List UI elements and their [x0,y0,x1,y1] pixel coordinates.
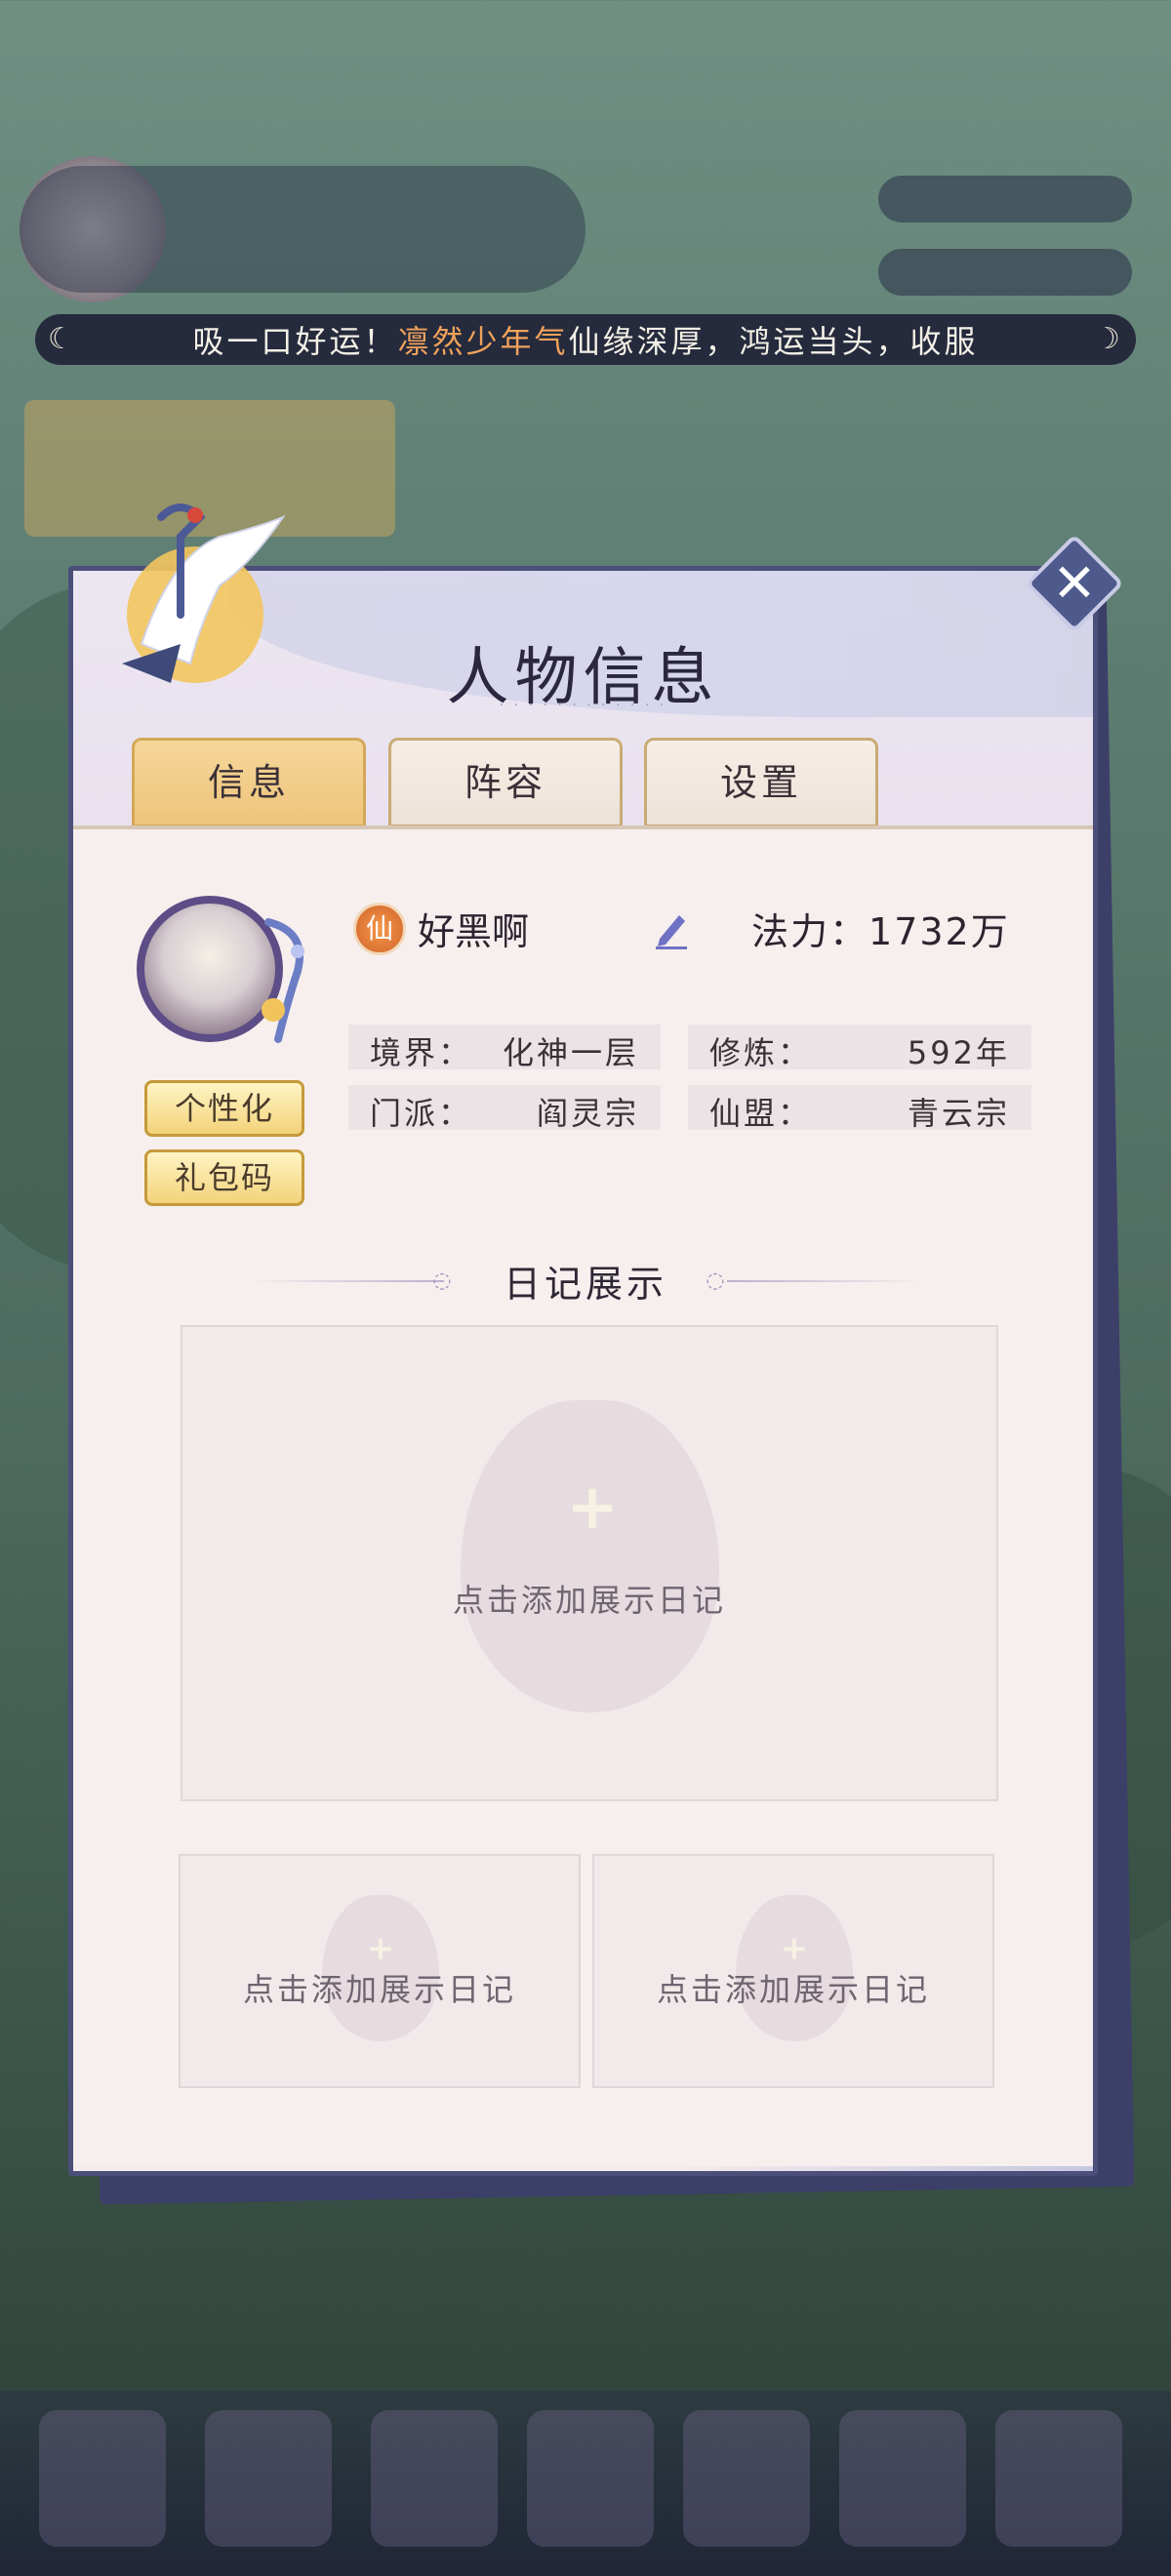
tab-settings[interactable]: 设置 [644,738,878,827]
power-display: 法力：1732万 [751,902,1010,955]
marquee-suffix: 仙缘深厚，鸿运当头，收服 [568,323,979,360]
diary-slot-label: 点击添加展示日记 [452,1582,726,1619]
power-label: 法力： [751,910,869,953]
background-resource-bar [878,249,1132,296]
background-nav-icon [39,2410,166,2547]
lotus-placeholder-icon [461,1400,719,1712]
moon-icon: ☾ [48,322,77,356]
plus-icon: + [366,1929,395,1968]
diary-slot-right[interactable]: + 点击添加展示日记 [592,1854,994,2088]
background-nav-icon [527,2410,654,2547]
announcement-marquee: ☾ 吸一口好运！ 凛然少年气 仙缘深厚，鸿运当头，收服 ☽ [35,314,1136,365]
stat-alliance-value: 青云宗 [907,1095,1010,1132]
immortal-badge-icon: 仙 [353,903,406,955]
tab-lineup[interactable]: 阵容 [388,738,623,827]
player-name: 好黑啊 [418,910,530,953]
marquee-prefix: 吸一口好运！ [192,323,398,360]
gift-code-button[interactable]: 礼包码 [144,1149,304,1206]
close-icon[interactable]: ✕ [1039,548,1110,619]
stat-realm-value: 化神一层 [502,1034,639,1071]
avatar-frame-ornament-icon [262,918,304,1043]
edit-icon[interactable] [652,907,691,950]
title-ornament: · · · · · · · · · · · · [499,698,667,713]
plus-icon: + [566,1471,619,1544]
background-nav-icon [839,2410,966,2547]
background-nav-icon [683,2410,810,2547]
stat-alliance: 仙盟： 青云宗 [688,1085,1031,1132]
background-nav-icon [371,2410,498,2547]
stat-sect-label: 门派： [370,1095,473,1132]
stat-cultivation-value: 592年 [907,1034,1010,1071]
background-nav-icon [205,2410,332,2547]
stat-sect-value: 阎灵宗 [536,1095,639,1132]
section-ornament-line [727,1280,922,1282]
moon-icon: ☽ [1094,322,1123,356]
marquee-highlight: 凛然少年气 [397,323,569,360]
stat-alliance-label: 仙盟： [709,1095,813,1132]
background-nav-icon [995,2410,1122,2547]
stat-realm-label: 境界： [370,1034,473,1071]
diary-section-title: 日记展示 [503,1263,667,1306]
stat-cultivation-label: 修炼： [709,1034,813,1071]
background-player-card [20,166,586,293]
crane-icon [122,503,286,683]
background-resource-bar [878,176,1132,222]
diary-slot-main[interactable]: + 点击添加展示日记 [181,1325,998,1801]
section-ornament-icon: ◌ [706,1268,725,1293]
personalize-button[interactable]: 个性化 [144,1080,304,1137]
diary-slot-label: 点击添加展示日记 [242,1971,516,2008]
stat-cultivation: 修炼： 592年 [688,1025,1031,1071]
plus-icon: + [780,1929,809,1968]
tab-info[interactable]: 信息 [132,738,366,827]
stat-realm: 境界： 化神一层 [348,1025,661,1071]
diary-slot-label: 点击添加展示日记 [656,1971,930,2008]
power-value: 1732万 [868,910,1010,953]
stat-sect: 门派： 阎灵宗 [348,1085,661,1132]
diary-slot-left[interactable]: + 点击添加展示日记 [179,1854,581,2088]
